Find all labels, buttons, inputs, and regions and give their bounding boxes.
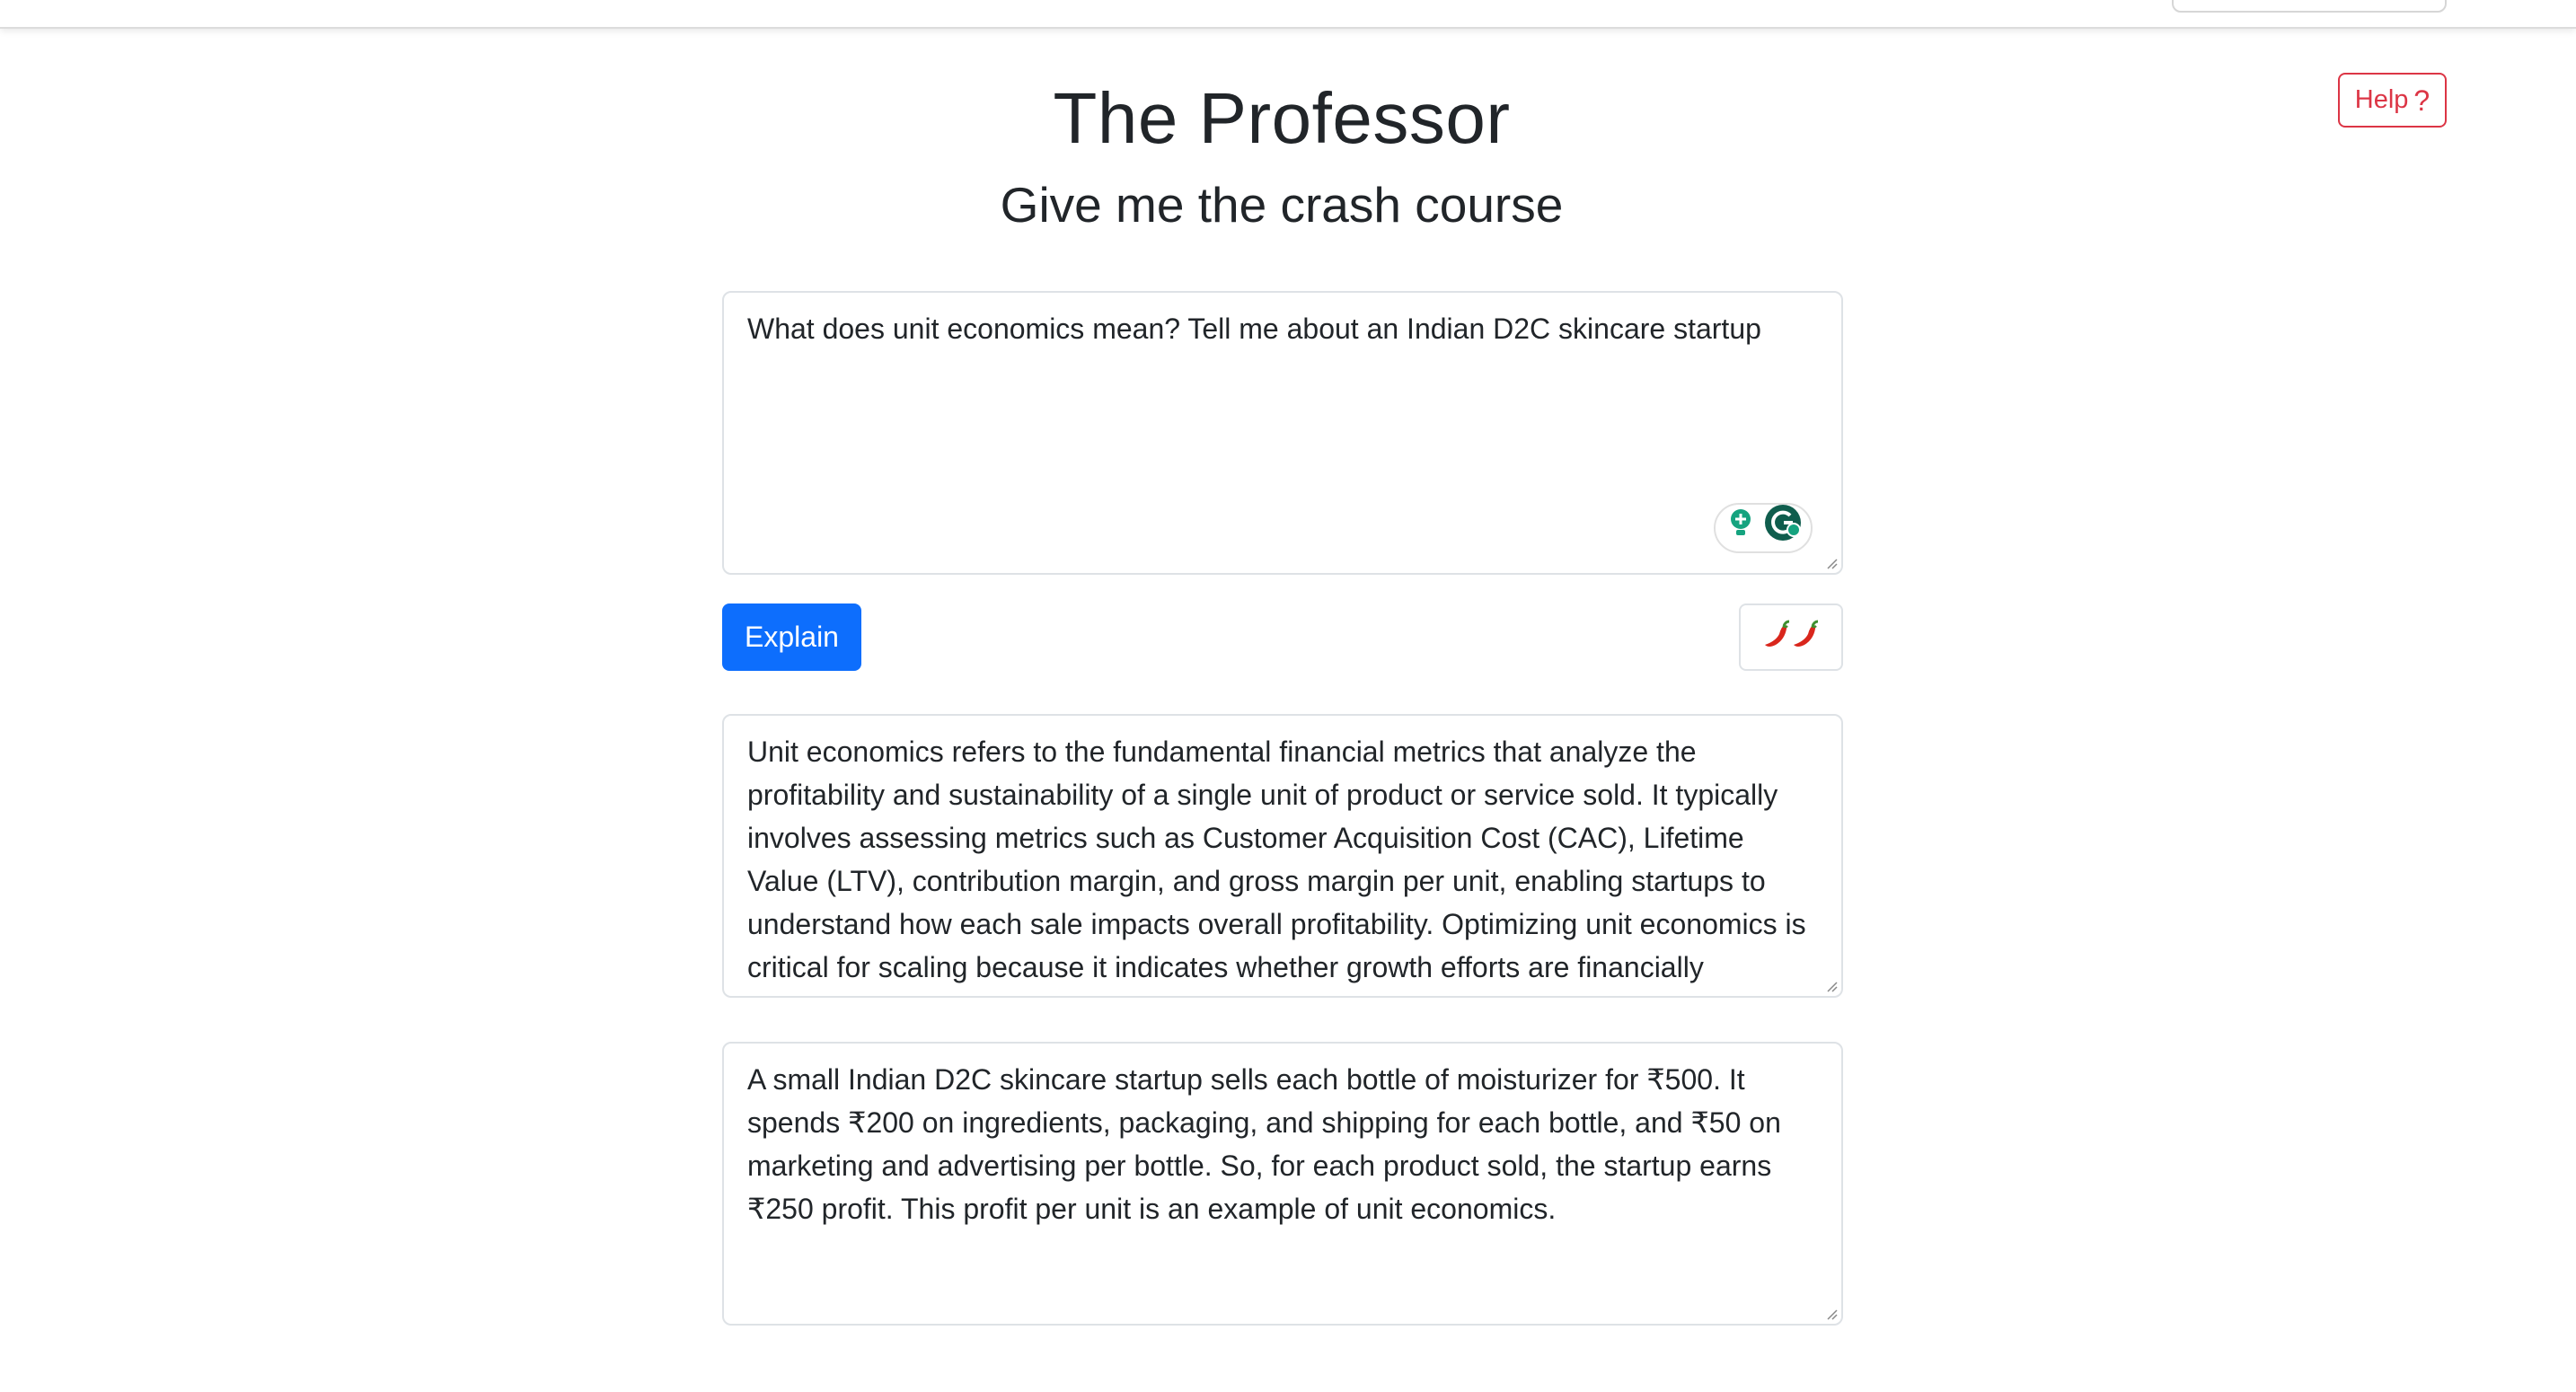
example-textarea[interactable]: A small Indian D2C skincare startup sell…: [722, 1042, 1843, 1326]
resize-handle-icon[interactable]: [1823, 555, 1838, 569]
resize-handle-icon[interactable]: [1823, 978, 1838, 992]
resize-handle-icon[interactable]: [1823, 1306, 1838, 1320]
extension-icons[interactable]: [1714, 503, 1813, 553]
question-textarea[interactable]: What does unit economics mean? Tell me a…: [722, 291, 1843, 575]
explanation-text[interactable]: Unit economics refers to the fundamental…: [747, 730, 1818, 989]
example-text[interactable]: A small Indian D2C skincare startup sell…: [747, 1058, 1818, 1230]
chili-pepper-icon: [1760, 618, 1822, 656]
grammar-suggestion-icon[interactable]: [1725, 507, 1757, 551]
page-title: The Professor: [1053, 78, 1511, 158]
question-text[interactable]: What does unit economics mean? Tell me a…: [747, 307, 1818, 350]
explain-button[interactable]: Explain: [722, 603, 861, 671]
spice-level-button[interactable]: [1739, 603, 1843, 671]
top-navbar: [0, 0, 2576, 29]
navbar-control[interactable]: [2172, 0, 2447, 13]
page-subtitle: Give me the crash course: [1000, 177, 1564, 233]
explanation-textarea[interactable]: Unit economics refers to the fundamental…: [722, 714, 1843, 998]
grammarly-icon[interactable]: [1763, 503, 1803, 554]
